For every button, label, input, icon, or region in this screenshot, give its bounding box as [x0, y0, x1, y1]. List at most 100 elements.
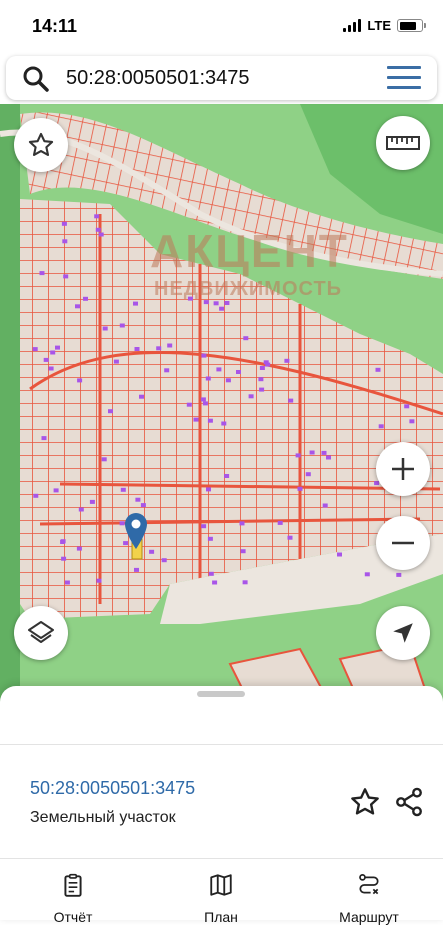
building-mark	[305, 472, 311, 477]
building-mark	[139, 394, 144, 399]
building-mark	[288, 398, 294, 403]
building-mark	[61, 556, 67, 561]
building-mark	[259, 387, 265, 392]
building-mark	[297, 486, 303, 491]
building-mark	[404, 404, 410, 409]
building-mark	[236, 370, 241, 374]
report-icon	[64, 873, 82, 897]
building-mark	[186, 402, 192, 407]
building-mark	[89, 499, 95, 504]
building-mark	[364, 572, 370, 577]
share-icon[interactable]	[393, 786, 425, 818]
building-mark	[295, 453, 301, 458]
search-input[interactable]: 50:28:0050501:3475	[66, 67, 250, 90]
building-mark	[326, 455, 331, 460]
building-mark	[208, 571, 214, 576]
building-mark	[95, 227, 101, 232]
building-mark	[161, 558, 167, 563]
building-mark	[53, 488, 59, 493]
minus-icon	[392, 541, 414, 545]
building-mark	[259, 366, 265, 370]
building-mark	[120, 487, 126, 492]
building-mark	[216, 367, 222, 372]
zoom-out-button[interactable]	[376, 516, 430, 570]
building-mark	[242, 580, 248, 585]
map-icon	[210, 874, 232, 896]
nav-plan-label: План	[204, 909, 238, 925]
building-mark	[50, 350, 56, 355]
building-mark	[64, 580, 70, 585]
nav-plan[interactable]: План	[166, 872, 276, 925]
building-mark	[156, 346, 162, 351]
building-mark	[33, 493, 39, 498]
building-mark	[43, 357, 49, 362]
object-type: Земельный участок	[30, 809, 176, 826]
search-bar[interactable]: 50:28:0050501:3475	[6, 56, 437, 100]
map-canvas[interactable]	[0, 104, 443, 704]
building-mark	[94, 214, 100, 219]
sheet-divider-top	[0, 744, 443, 745]
ruler-icon	[386, 136, 420, 150]
sheet-divider-bottom	[0, 858, 443, 859]
building-mark	[193, 417, 199, 422]
building-mark	[76, 546, 82, 551]
building-mark	[206, 487, 211, 492]
building-mark	[201, 524, 207, 529]
sheet-handle[interactable]	[197, 691, 245, 697]
building-mark	[55, 345, 60, 350]
building-mark	[375, 367, 381, 372]
info-sheet[interactable]: 50:28:0050501:3475 Земельный участок Отч…	[0, 686, 443, 925]
building-mark	[39, 271, 45, 276]
building-mark	[258, 377, 264, 382]
building-mark	[322, 503, 328, 508]
building-mark	[409, 419, 415, 424]
route-icon	[359, 874, 379, 895]
nav-route-label: Маршрут	[339, 909, 399, 925]
building-mark	[284, 358, 290, 363]
building-mark	[287, 535, 293, 540]
zoom-in-button[interactable]	[376, 442, 430, 496]
building-mark	[378, 424, 384, 429]
cadastral-map[interactable]: АКЦЕНТ НЕДВИЖИМОСТЬ	[0, 104, 443, 704]
building-mark	[140, 503, 146, 508]
building-mark	[133, 301, 138, 306]
building-mark	[63, 274, 69, 279]
star-icon[interactable]	[349, 786, 381, 818]
building-mark	[203, 300, 209, 305]
building-mark	[98, 232, 104, 237]
plus-icon	[392, 458, 414, 480]
layers-button[interactable]	[14, 606, 68, 660]
building-mark	[205, 376, 211, 381]
building-mark	[164, 368, 170, 373]
building-mark	[61, 221, 67, 226]
location-marker[interactable]	[122, 509, 150, 561]
building-mark	[225, 378, 231, 383]
cadastral-number[interactable]: 50:28:0050501:3475	[30, 778, 195, 799]
search-icon[interactable]	[22, 65, 50, 93]
building-mark	[41, 436, 47, 441]
building-mark	[240, 549, 246, 554]
nav-report[interactable]: Отчёт	[18, 872, 128, 925]
battery-level	[399, 21, 417, 30]
layers-icon	[28, 621, 54, 643]
building-mark	[96, 578, 102, 583]
building-mark	[48, 366, 54, 371]
ruler-button[interactable]	[376, 116, 430, 170]
nav-route[interactable]: Маршрут	[314, 872, 424, 925]
building-mark	[134, 567, 139, 572]
building-mark	[321, 450, 327, 455]
building-mark	[102, 326, 108, 331]
status-indicators: LTE	[343, 18, 426, 33]
menu-icon[interactable]	[387, 66, 421, 90]
building-mark	[32, 347, 38, 352]
building-mark	[75, 304, 80, 309]
building-mark	[277, 520, 283, 525]
building-mark	[108, 409, 113, 414]
favorite-button[interactable]	[14, 118, 68, 172]
navigation-arrow-icon	[393, 623, 413, 643]
building-mark	[396, 572, 402, 577]
building-mark	[224, 474, 230, 478]
star-icon	[28, 132, 54, 156]
building-mark	[263, 360, 269, 365]
locate-button[interactable]	[376, 606, 430, 660]
